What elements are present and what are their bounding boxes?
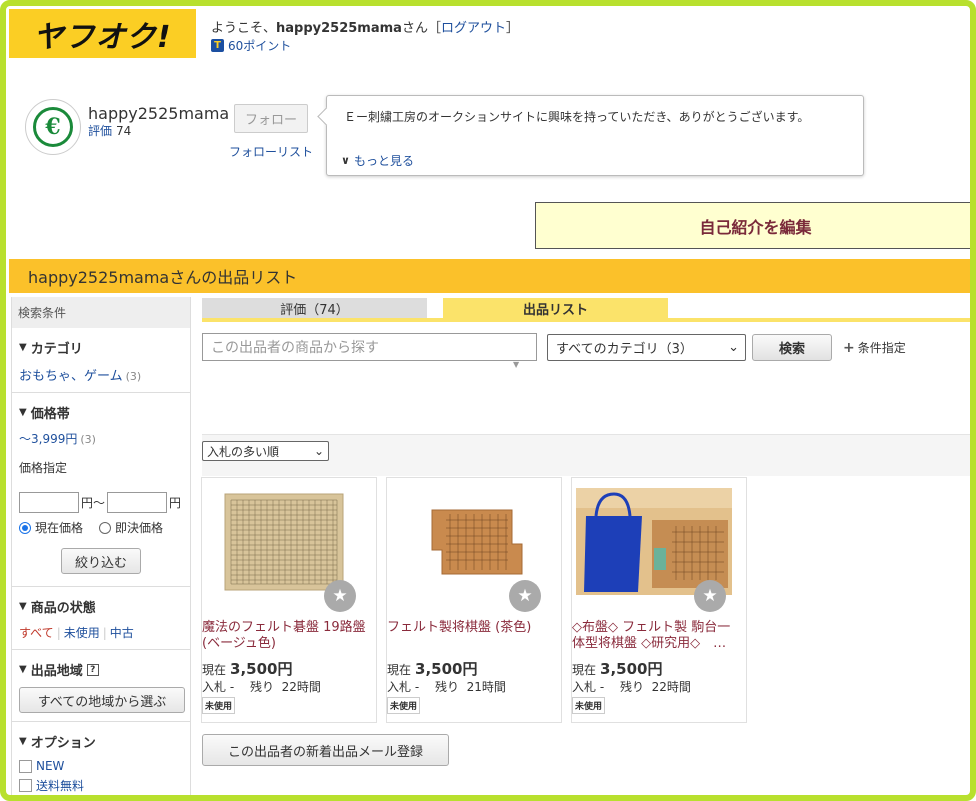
welcome-message: ようこそ、happy2525mamaさん［ログアウト］ xyxy=(211,21,519,36)
condition-unused[interactable]: 未使用 xyxy=(64,626,100,640)
product-bid-info: 入札 - 残り 21時間 xyxy=(387,680,506,694)
help-icon[interactable]: ? xyxy=(86,663,99,676)
condition-used[interactable]: 中古 xyxy=(110,626,134,640)
follow-button[interactable]: フォロー xyxy=(234,104,308,133)
follow-list-link[interactable]: フォローリスト xyxy=(229,143,313,160)
new-listing-mail-button[interactable]: この出品者の新着出品メール登録 xyxy=(202,734,449,766)
narrow-button[interactable]: 絞り込む xyxy=(61,548,141,574)
seller-bio-box: Ｅー刺繍工房のオークションサイトに興味を持っていただき、ありがとうございます。 … xyxy=(326,95,864,176)
seller-username: happy2525mama xyxy=(88,104,230,123)
product-price: 現在 3,500円 xyxy=(572,660,663,678)
region-section: ▼ 出品地域? すべての地域から選ぶ xyxy=(12,650,190,722)
triangle-down-icon: ▼ xyxy=(19,342,27,353)
star-icon[interactable]: ★ xyxy=(509,580,541,612)
chevron-down-icon: ∨ xyxy=(341,154,350,167)
t-point-icon: T xyxy=(211,39,224,52)
region-select-button[interactable]: すべての地域から選ぶ xyxy=(19,687,185,713)
section-title: happy2525mamaさんの出品リスト xyxy=(9,259,976,293)
price-min-input[interactable] xyxy=(19,492,79,513)
points-display[interactable]: T 60ポイント xyxy=(211,37,291,54)
price-section: ▼ 価格帯 ～3,999円 (3) 価格指定 円～ 円 現在価格 即決価格 絞り込む xyxy=(12,393,190,587)
category-link[interactable]: おもちゃ、ゲーム xyxy=(19,369,123,384)
price-range-link[interactable]: ～3,999円 xyxy=(19,432,77,446)
sort-select[interactable]: 入札の多い順 ⌄ xyxy=(202,441,329,461)
free-shipping-checkbox[interactable] xyxy=(19,779,32,792)
price-max-input[interactable] xyxy=(107,492,168,513)
chevron-down-icon: ⌄ xyxy=(313,444,324,458)
product-card[interactable]: ★ ◇布盤◇ フェルト製 駒台一体型将棋盤 ◇研究用◇ … 現在 3,500円 入… xyxy=(571,477,747,723)
product-price: 現在 3,500円 xyxy=(387,660,478,678)
triangle-down-icon: ▼ xyxy=(19,664,27,675)
tabs-bar: 評価（74） 出品リスト xyxy=(202,298,976,322)
edit-intro-button[interactable]: 自己紹介を編集 xyxy=(535,202,976,249)
category-section: ▼ カテゴリ おもちゃ、ゲーム (3) xyxy=(12,328,190,393)
tab-rating[interactable]: 評価（74） xyxy=(202,298,427,318)
condition-section: ▼ 商品の状態 すべて | 未使用 | 中古 xyxy=(12,587,190,650)
product-bid-info: 入札 - 残り 22時間 xyxy=(202,680,321,694)
condition-all[interactable]: すべて xyxy=(19,626,54,640)
avatar[interactable]: € xyxy=(25,99,81,155)
points-value: 60ポイント xyxy=(228,39,292,53)
new-checkbox[interactable] xyxy=(19,759,32,773)
triangle-down-icon: ▼ xyxy=(19,601,27,612)
sort-bar: 入札の多い順 ⌄ xyxy=(202,434,976,476)
condition-badge: 未使用 xyxy=(572,697,606,714)
yahuoku-logo[interactable]: ヤフオク! xyxy=(9,9,196,58)
bio-text: Ｅー刺繍工房のオークションサイトに興味を持っていただき、ありがとうございます。 xyxy=(344,110,810,124)
condition-spec-link[interactable]: + 条件指定 xyxy=(843,339,906,356)
condition-badge: 未使用 xyxy=(387,697,421,714)
bio-more-link[interactable]: ∨ もっと見る xyxy=(341,152,414,169)
product-card[interactable]: ★ 魔法のフェルト碁盤 19路盤 (ベージュ色) 現在 3,500円 入札 - 残… xyxy=(201,477,377,723)
star-icon[interactable]: ★ xyxy=(694,580,726,612)
star-icon[interactable]: ★ xyxy=(324,580,356,612)
search-button[interactable]: 検索 xyxy=(752,334,832,361)
category-select[interactable]: すべてのカテゴリ（3） ⌄ xyxy=(547,334,746,361)
seller-rating[interactable]: 評価 74 xyxy=(88,122,131,139)
search-sidebar: 検索条件 ▼ カテゴリ おもちゃ、ゲーム (3) ▼ 価格帯 ～3,999円 (3) 価… xyxy=(11,297,191,801)
caret-down-icon: ▼ xyxy=(513,360,520,369)
condition-badge: 未使用 xyxy=(202,697,236,714)
product-image-cloth-board[interactable] xyxy=(576,488,732,595)
plus-icon: + xyxy=(843,339,855,356)
triangle-down-icon: ▼ xyxy=(19,736,27,747)
logout-link[interactable]: ログアウト xyxy=(441,21,506,36)
current-price-radio[interactable] xyxy=(19,521,31,534)
product-price: 現在 3,500円 xyxy=(202,660,293,678)
product-image-shogi-board[interactable] xyxy=(402,488,537,595)
product-title[interactable]: ◇布盤◇ フェルト製 駒台一体型将棋盤 ◇研究用◇ … xyxy=(572,620,742,652)
product-title[interactable]: フェルト製将棋盤 (茶色) xyxy=(387,620,557,636)
chevron-down-icon: ⌄ xyxy=(728,340,739,355)
buynow-price-radio[interactable] xyxy=(99,521,112,534)
product-card[interactable]: ★ フェルト製将棋盤 (茶色) 現在 3,500円 入札 - 残り 21時間 未使… xyxy=(386,477,562,723)
tab-listing[interactable]: 出品リスト xyxy=(443,298,668,318)
welcome-username: happy2525mama xyxy=(276,21,402,36)
product-image-go-board[interactable] xyxy=(217,488,352,595)
product-title[interactable]: 魔法のフェルト碁盤 19路盤 (ベージュ色) xyxy=(202,620,372,652)
product-bid-info: 入札 - 残り 22時間 xyxy=(572,680,691,694)
option-section: ▼ オプション NEW 送料無料 xyxy=(19,736,96,793)
price-spec-label: 価格指定 xyxy=(19,461,68,475)
triangle-down-icon: ▼ xyxy=(19,407,27,418)
sidebar-header: 検索条件 xyxy=(12,297,190,328)
search-input[interactable]: この出品者の商品から探す xyxy=(202,333,537,361)
